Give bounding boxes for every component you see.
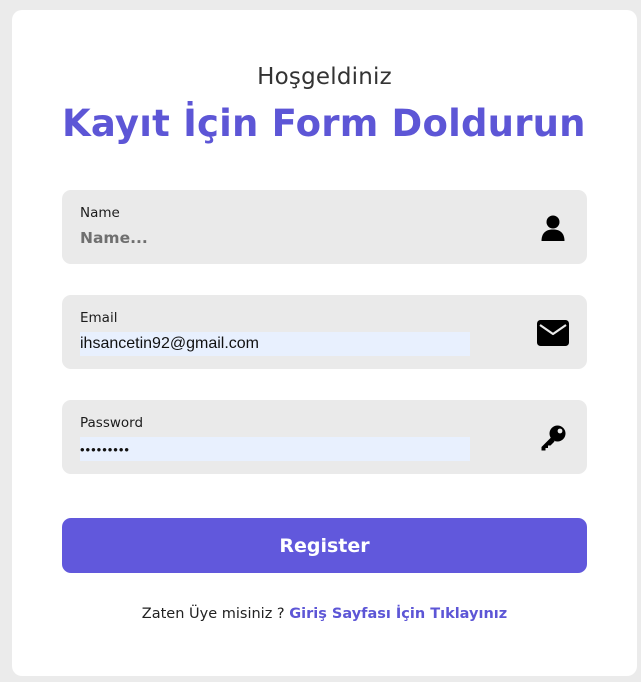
- login-prompt-text: Zaten Üye misiniz ?: [141, 606, 285, 622]
- email-input[interactable]: [80, 332, 470, 356]
- envelope-icon: [537, 317, 569, 349]
- login-page-link[interactable]: Giriş Sayfası İçin Tıklayınız: [289, 606, 507, 622]
- register-card: Hoşgeldiniz Kayıt İçin Form Doldurun Nam…: [12, 10, 637, 676]
- login-prompt: Zaten Üye misiniz ? Giriş Sayfası İçin T…: [12, 606, 637, 622]
- user-icon: [537, 212, 569, 244]
- name-field-label: Name: [80, 205, 120, 221]
- form-title: Kayıt İçin Form Doldurun: [62, 102, 586, 145]
- register-button[interactable]: Register: [62, 518, 587, 573]
- name-input[interactable]: [80, 227, 470, 251]
- password-field-container: Password: [62, 400, 587, 474]
- key-icon: [537, 422, 569, 454]
- password-input[interactable]: [80, 437, 470, 461]
- password-field-label: Password: [80, 415, 144, 431]
- email-field-label: Email: [80, 310, 118, 326]
- greeting-text: Hoşgeldiniz: [257, 64, 392, 90]
- email-field-container: Email: [62, 295, 587, 369]
- name-field-container: Name: [62, 190, 587, 264]
